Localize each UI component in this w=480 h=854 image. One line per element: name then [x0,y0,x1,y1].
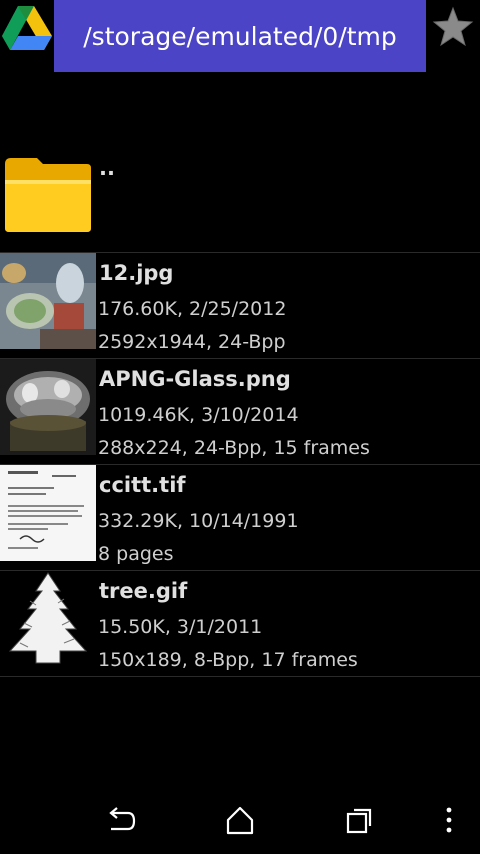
file-name: ccitt.tif [99,473,186,497]
folder-icon [3,158,93,234]
file-size-date: 1019.46K, 3/10/2014 [98,404,299,426]
file-name: tree.gif [99,579,188,603]
navigation-bar [0,786,480,854]
back-icon[interactable] [103,804,137,838]
parent-directory-row[interactable]: .. [0,146,480,253]
path-bar[interactable]: /storage/emulated/0/tmp [54,0,426,72]
star-icon[interactable] [432,6,474,48]
file-details: 2592x1944, 24-Bpp [98,331,286,353]
file-thumbnail [0,253,96,349]
file-details: 150x189, 8-Bpp, 17 frames [98,649,358,671]
recents-icon[interactable] [343,804,377,838]
file-row[interactable]: 12.jpg 176.60K, 2/25/2012 2592x1944, 24-… [0,253,480,359]
file-size-date: 176.60K, 2/25/2012 [98,298,287,320]
file-details: 8 pages [98,543,174,565]
file-list: .. 12.jpg 176.60K, 2/25/2012 2592x1944, … [0,146,480,677]
top-bar: /storage/emulated/0/tmp [0,0,480,72]
file-name: 12.jpg [99,261,174,285]
overflow-menu-icon[interactable] [434,804,464,838]
file-details: 288x224, 24-Bpp, 15 frames [98,437,370,459]
file-thumbnail [0,465,96,561]
google-drive-icon[interactable] [0,4,54,52]
file-row[interactable]: ccitt.tif 332.29K, 10/14/1991 8 pages [0,465,480,571]
file-row[interactable]: tree.gif 15.50K, 3/1/2011 150x189, 8-Bpp… [0,571,480,677]
file-name: APNG-Glass.png [99,367,291,391]
file-row[interactable]: APNG-Glass.png 1019.46K, 3/10/2014 288x2… [0,359,480,465]
file-thumbnail [0,359,96,455]
file-thumbnail [0,571,96,667]
path-label: /storage/emulated/0/tmp [83,21,397,51]
home-icon[interactable] [223,804,257,838]
file-size-date: 332.29K, 10/14/1991 [98,510,299,532]
file-size-date: 15.50K, 3/1/2011 [98,616,263,638]
parent-directory-label: .. [99,156,115,180]
